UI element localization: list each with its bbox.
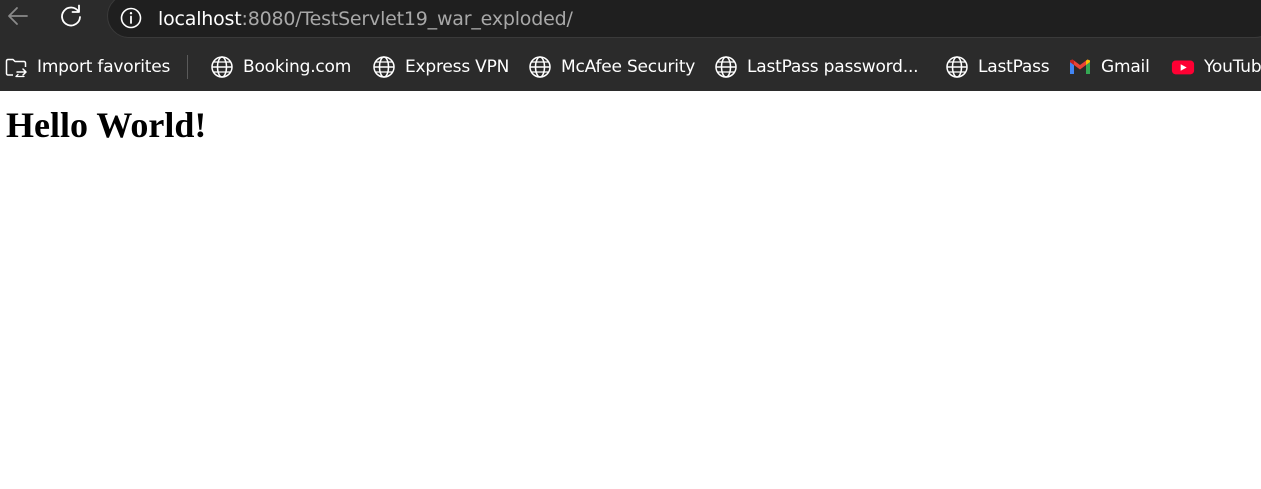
- url-text[interactable]: localhost:8080/TestServlet19_war_explode…: [158, 7, 573, 31]
- bookmark-label: YouTube: [1204, 57, 1261, 77]
- bookmark-mcafee[interactable]: McAfee Security: [528, 48, 695, 86]
- page-content: Hello World!: [0, 91, 1261, 489]
- site-info-button[interactable]: [118, 7, 144, 33]
- bookmark-label: Booking.com: [243, 57, 352, 77]
- bookmark-label: LastPass password...: [747, 57, 919, 77]
- browser-toolbar: localhost:8080/TestServlet19_war_explode…: [0, 0, 1261, 40]
- bookmarks-bar: Import favorites Booking.com Express VPN…: [0, 48, 1261, 86]
- globe-icon: [528, 55, 552, 79]
- globe-icon: [210, 55, 234, 79]
- bookmark-label: Express VPN: [405, 57, 510, 77]
- bookmark-label: McAfee Security: [561, 57, 696, 77]
- bookmark-booking[interactable]: Booking.com: [210, 48, 351, 86]
- bookmark-gmail[interactable]: Gmail: [1068, 48, 1150, 86]
- import-favorites-button[interactable]: Import favorites: [4, 48, 170, 86]
- url-path: :8080/TestServlet19_war_exploded/: [241, 8, 573, 30]
- info-icon: [119, 6, 143, 35]
- globe-icon: [372, 55, 396, 79]
- import-favorites-label: Import favorites: [37, 57, 171, 77]
- browser-chrome: localhost:8080/TestServlet19_war_explode…: [0, 0, 1261, 91]
- bookmarks-separator: [187, 55, 188, 79]
- bookmark-label: Gmail: [1101, 57, 1150, 77]
- bookmark-label: LastPass: [978, 57, 1050, 77]
- refresh-icon: [57, 2, 85, 35]
- refresh-button[interactable]: [55, 2, 87, 34]
- bookmark-lastpass-password[interactable]: LastPass password...: [714, 48, 919, 86]
- url-host: localhost: [158, 8, 242, 30]
- globe-icon: [945, 55, 969, 79]
- back-button[interactable]: [2, 2, 34, 34]
- import-favorites-icon: [4, 55, 28, 79]
- gmail-icon: [1068, 55, 1092, 79]
- globe-icon: [714, 55, 738, 79]
- bookmark-youtube[interactable]: YouTube: [1171, 48, 1261, 86]
- youtube-icon: [1171, 55, 1195, 79]
- bookmark-express-vpn[interactable]: Express VPN: [372, 48, 509, 86]
- address-bar[interactable]: localhost:8080/TestServlet19_war_explode…: [107, 0, 1261, 38]
- page-heading: Hello World!: [6, 105, 207, 145]
- arrow-left-icon: [5, 3, 31, 34]
- bookmark-lastpass[interactable]: LastPass: [945, 48, 1050, 86]
